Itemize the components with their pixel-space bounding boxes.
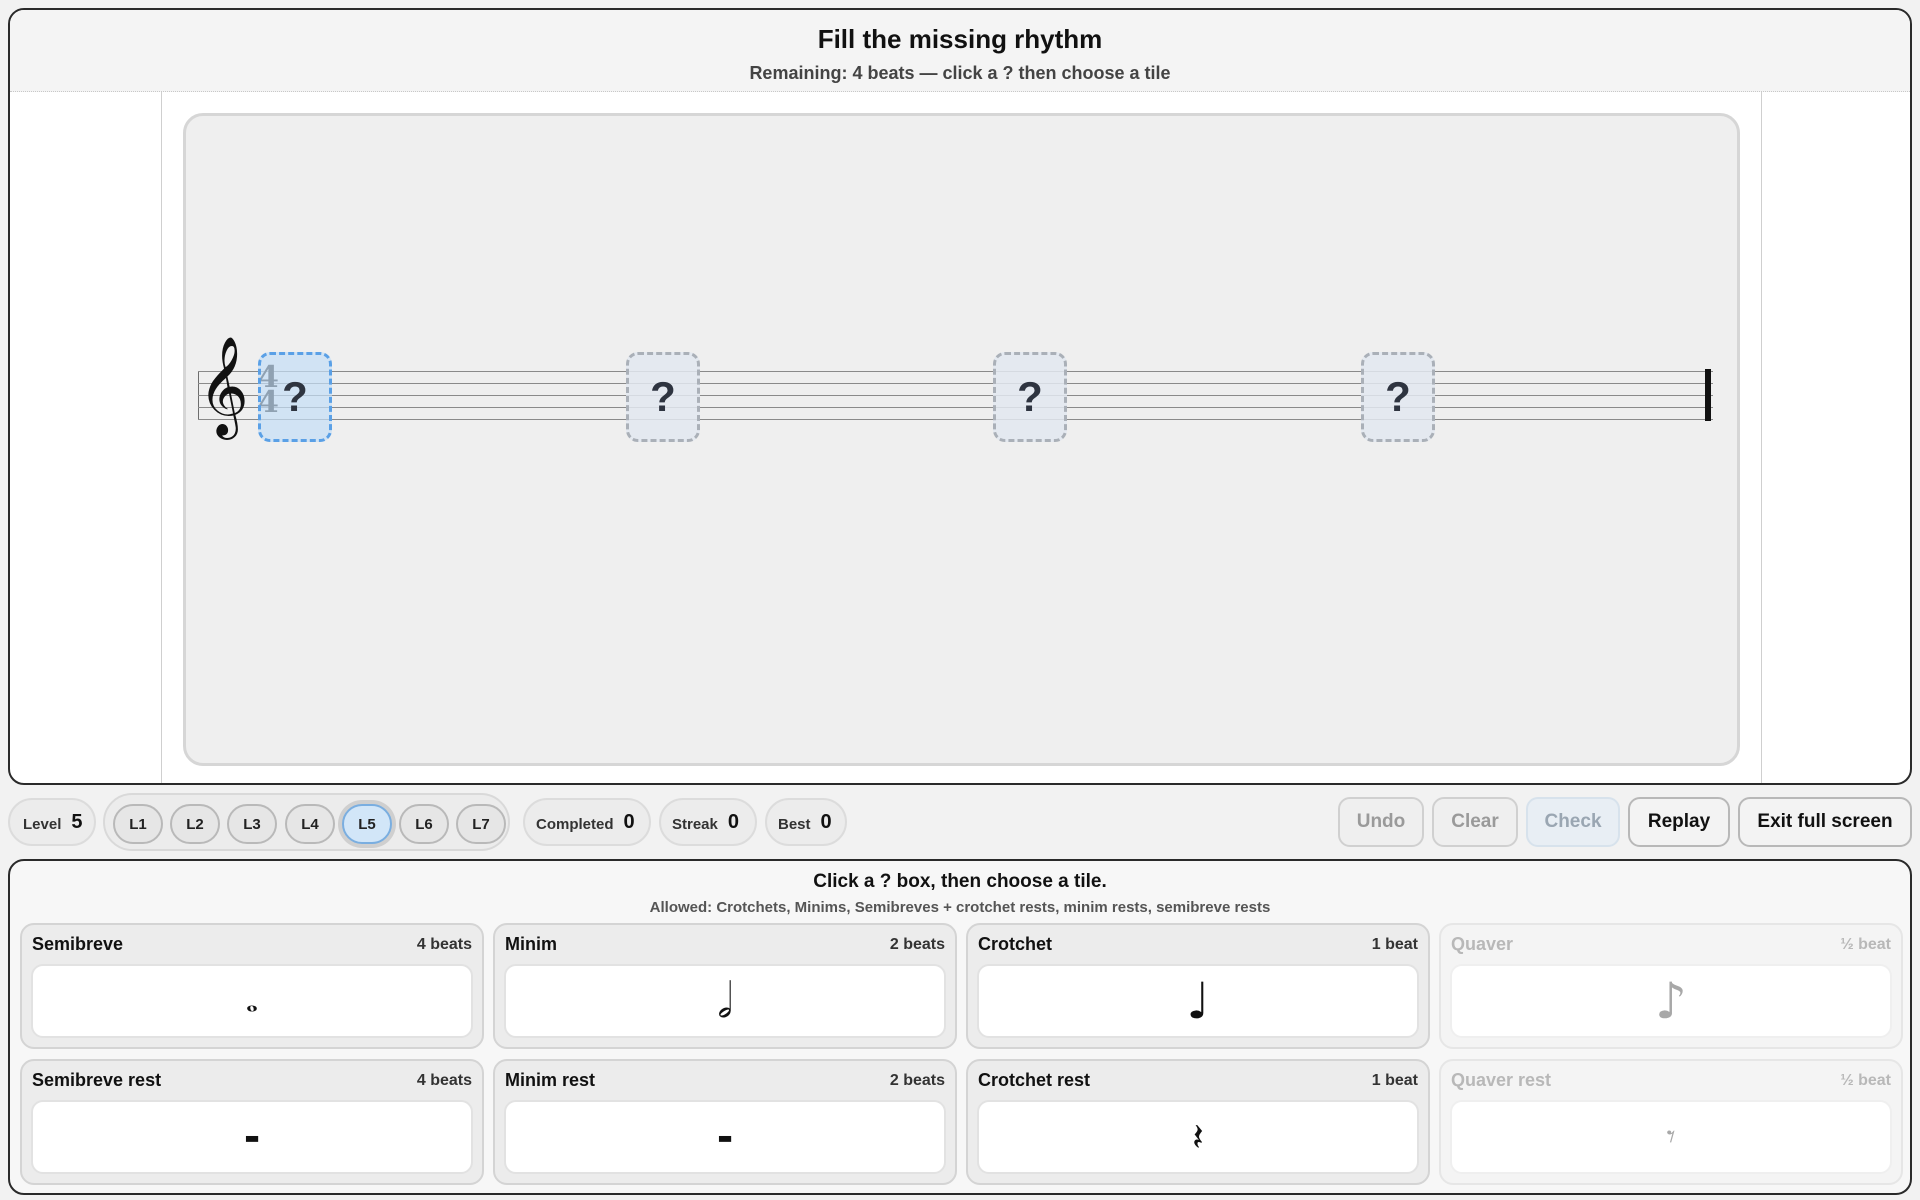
semibreve-icon: 𝅝	[31, 964, 473, 1038]
tile-beats: 1 beat	[1371, 936, 1418, 953]
tile-name: Crotchet rest	[978, 1070, 1091, 1090]
level-button-l6[interactable]: L6	[399, 804, 449, 844]
tile-name: Minim rest	[505, 1070, 596, 1090]
clear-button[interactable]: Clear	[1432, 797, 1518, 847]
rhythm-slot-1[interactable]: ?	[258, 352, 332, 442]
tile-semibreve-rest[interactable]: Semibreve rest 4 beats ▬	[20, 1059, 484, 1185]
completed-counter: Completed 0	[523, 798, 651, 846]
streak-label: Streak	[672, 815, 718, 833]
tile-minim-rest[interactable]: Minim rest 2 beats ▬	[493, 1059, 957, 1185]
staff-frame: 𝄞 4 4 ? ? ? ?	[161, 92, 1762, 783]
tile-name: Quaver rest	[1451, 1070, 1552, 1090]
level-button-l3[interactable]: L3	[227, 804, 277, 844]
tile-semibreve[interactable]: Semibreve 4 beats 𝅝	[20, 923, 484, 1049]
tile-beats: ½ beat	[1840, 1072, 1891, 1089]
undo-button[interactable]: Undo	[1338, 797, 1424, 847]
staff-card: 𝄞 4 4 ? ? ? ?	[183, 113, 1740, 766]
tile-beats: 1 beat	[1371, 1072, 1418, 1089]
level-value: 5	[71, 810, 83, 833]
tile-minim[interactable]: Minim 2 beats 𝅗𝅥	[493, 923, 957, 1049]
rhythm-slot-3[interactable]: ?	[993, 352, 1067, 442]
replay-button[interactable]: Replay	[1628, 797, 1730, 847]
level-button-l1[interactable]: L1	[113, 804, 163, 844]
tile-name: Semibreve rest	[32, 1070, 162, 1090]
crotchet-icon: ♩	[977, 964, 1419, 1038]
minim-icon: 𝅗𝅥	[504, 964, 946, 1038]
tile-beats: 4 beats	[416, 1072, 472, 1089]
tile-name: Crotchet	[978, 934, 1053, 954]
completed-value: 0	[623, 810, 635, 833]
crotchet-rest-icon: 𝄽	[977, 1100, 1419, 1174]
streak-counter: Streak 0	[659, 798, 757, 846]
check-button[interactable]: Check	[1526, 797, 1620, 847]
level-selector: L1 L2 L3 L4 L5 L6 L7	[103, 793, 510, 851]
tile-quaver[interactable]: Quaver ½ beat ♪	[1439, 923, 1903, 1049]
level-button-l7[interactable]: L7	[456, 804, 506, 844]
staff-line	[198, 407, 1713, 408]
staff-line	[198, 383, 1713, 384]
streak-value: 0	[727, 810, 739, 833]
quaver-rest-icon: 𝄾	[1450, 1100, 1892, 1174]
level-button-l2[interactable]: L2	[170, 804, 220, 844]
level-button-l5[interactable]: L5	[342, 804, 392, 844]
tile-crotchet-rest[interactable]: Crotchet rest 1 beat 𝄽	[966, 1059, 1430, 1185]
exit-full-screen-button[interactable]: Exit full screen	[1738, 797, 1912, 847]
rhythm-slot-2[interactable]: ?	[626, 352, 700, 442]
level-indicator: Level 5	[8, 798, 96, 846]
tile-name: Semibreve	[32, 934, 124, 954]
stage-header: Fill the missing rhythm Remaining: 4 bea…	[10, 10, 1910, 92]
rhythm-slot-4[interactable]: ?	[1361, 352, 1435, 442]
best-counter: Best 0	[765, 798, 847, 846]
staff: 𝄞 4 4	[198, 343, 1718, 429]
staff-line	[198, 395, 1713, 396]
tile-beats: 2 beats	[889, 936, 945, 953]
level-button-l4[interactable]: L4	[285, 804, 335, 844]
tile-name: Quaver	[1451, 934, 1514, 954]
page-title: Fill the missing rhythm	[817, 24, 1103, 54]
staff-line	[198, 371, 1713, 372]
final-barline	[1705, 369, 1711, 421]
tile-name: Minim	[505, 934, 557, 954]
tile-instructions: Click a ? box, then choose a tile.	[813, 871, 1107, 892]
tile-beats: ½ beat	[1840, 936, 1891, 953]
minim-rest-icon: ▬	[504, 1100, 946, 1174]
best-value: 0	[820, 810, 832, 833]
completed-label: Completed	[536, 815, 614, 833]
tile-beats: 2 beats	[889, 1072, 945, 1089]
tile-crotchet[interactable]: Crotchet 1 beat ♩	[966, 923, 1430, 1049]
tile-quaver-rest[interactable]: Quaver rest ½ beat 𝄾	[1439, 1059, 1903, 1185]
tile-beats: 4 beats	[416, 936, 472, 953]
quaver-icon: ♪	[1450, 964, 1892, 1038]
allowed-values: Allowed: Crotchets, Minims, Semibreves +…	[649, 899, 1271, 916]
tile-panel: Click a ? box, then choose a tile. Allow…	[8, 859, 1912, 1195]
best-label: Best	[778, 815, 811, 833]
level-label: Level	[23, 815, 62, 833]
semibreve-rest-icon: ▬	[31, 1100, 473, 1174]
stage-panel: Fill the missing rhythm Remaining: 4 bea…	[8, 8, 1912, 785]
treble-clef-icon: 𝄞	[198, 336, 249, 436]
remaining-status: Remaining: 4 beats — click a ? then choo…	[749, 63, 1171, 83]
staff-line	[198, 419, 1713, 420]
